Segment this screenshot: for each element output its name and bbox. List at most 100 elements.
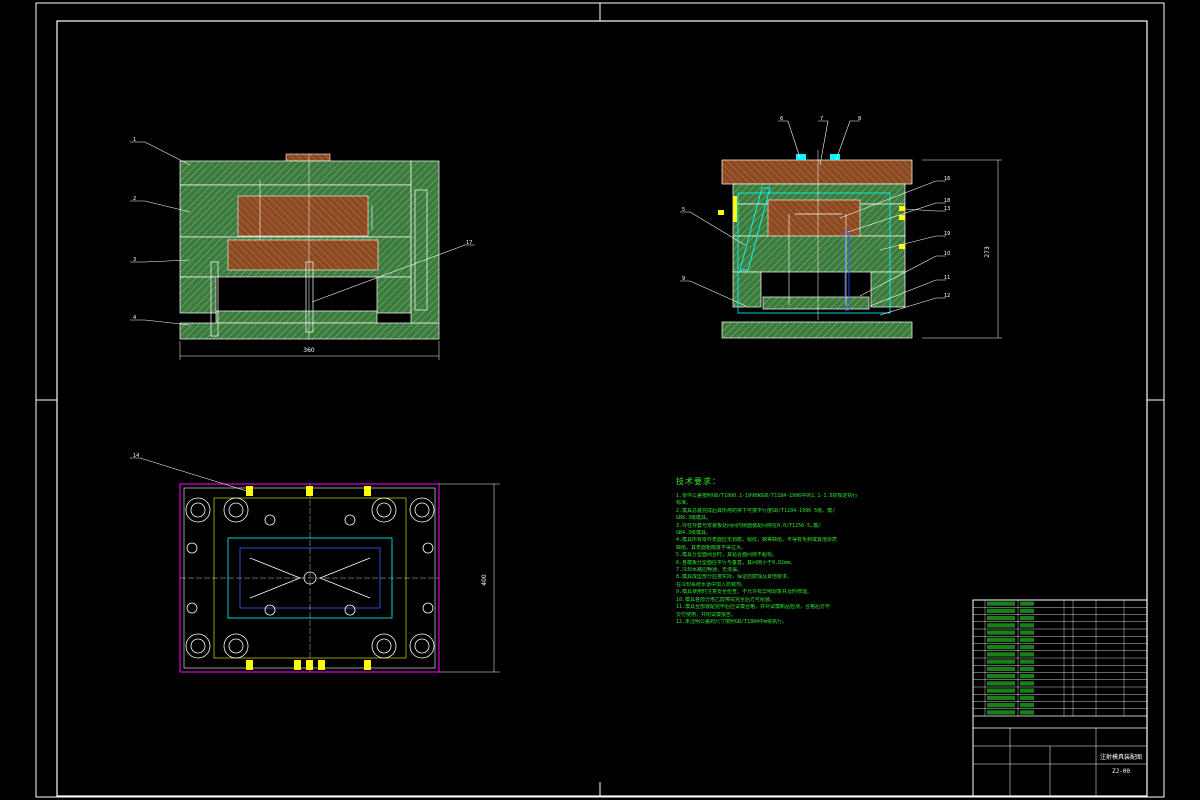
guide-bore-circle bbox=[228, 502, 244, 518]
tech-note: 标准。 bbox=[676, 500, 692, 507]
parts-list-cell bbox=[1020, 601, 1034, 606]
balloon-19: 19 bbox=[944, 231, 950, 237]
tech-notes-title: 技术要求： bbox=[676, 477, 721, 486]
parts-list-cell bbox=[987, 652, 1015, 657]
parts-list-cell bbox=[987, 674, 1015, 679]
parts-list-cell bbox=[1020, 645, 1034, 650]
tech-note: 1.零件公差按照GB/T1800.1-1998和GB/T1184-1996中的1… bbox=[676, 493, 858, 499]
parts-list-cell bbox=[1020, 608, 1034, 613]
balloon-17: 17 bbox=[466, 240, 472, 246]
parts-list-cell bbox=[987, 659, 1015, 664]
parts-list-cell bbox=[1020, 637, 1034, 642]
balloon-5: 5 bbox=[682, 207, 685, 213]
tech-note: 9.模具使用时注意安全检查，不允许有异响现象并及时修理。 bbox=[676, 589, 813, 596]
parts-list-cell bbox=[987, 623, 1015, 628]
guide-bore-circle bbox=[223, 497, 249, 523]
tech-note: 2.模具总装完成后其所用的排下可按平行度GB/T1184-1996 5级。模/ bbox=[676, 507, 836, 514]
balloon-11: 11 bbox=[944, 275, 950, 281]
balloon-14: 14 bbox=[133, 453, 139, 459]
parts-list-cell bbox=[987, 645, 1015, 650]
balloon-16: 16 bbox=[944, 176, 950, 182]
balloon-3: 3 bbox=[133, 257, 136, 263]
parts-list-cell bbox=[1020, 703, 1034, 708]
side-section-view: 273 bbox=[718, 150, 1002, 339]
parts-list-cell bbox=[1020, 666, 1034, 671]
guide-bore-circle bbox=[223, 633, 249, 659]
tech-note: 交付使用，并附试模报告。 bbox=[676, 611, 737, 618]
guide-bore-circle bbox=[376, 502, 392, 518]
side-height-dim: 273 bbox=[984, 246, 991, 258]
guide-bore-circle bbox=[228, 638, 244, 654]
tech-note: 8.模具成型部分应按实际，保证防腐蚀及其他要求。 bbox=[676, 574, 793, 581]
parts-list-cell bbox=[1020, 652, 1034, 657]
balloon-1: 1 bbox=[133, 137, 136, 143]
drawing-name: 注射模具装配图 bbox=[1100, 753, 1142, 761]
balloon-8: 8 bbox=[858, 116, 861, 122]
balloon-10: 10 bbox=[944, 251, 950, 257]
parts-list-cell bbox=[1020, 659, 1034, 664]
guide-bore-circle bbox=[371, 633, 397, 659]
guide-bore-circle bbox=[190, 638, 206, 654]
parts-list-cell bbox=[1020, 630, 1034, 635]
parts-list-cell bbox=[987, 695, 1015, 700]
tech-note: 12.未注明公差的尺寸按照GB/T1804中m级执行。 bbox=[676, 618, 788, 625]
plan-height-dim: 400 bbox=[481, 574, 488, 586]
balloon-13: 13 bbox=[944, 206, 950, 212]
guide-bore-circle bbox=[371, 497, 397, 523]
drawing-sheet: 360 1 2 3 4 17 273 6 7 8 5 16 9 18 19 10… bbox=[35, 2, 1165, 798]
parts-list-cell bbox=[987, 630, 1015, 635]
parts-list-cell bbox=[987, 616, 1015, 621]
screw-hole-circle bbox=[264, 604, 276, 616]
tech-note: 3.导柱导套与安装板处间间内侧面装配间隙在0.0/T1256-5,模/ bbox=[676, 522, 822, 529]
screw-hole-circle bbox=[186, 542, 198, 554]
screw-hole-circle bbox=[344, 604, 356, 616]
drawing-number: ZJ-00 bbox=[1112, 768, 1130, 775]
parts-list-cell bbox=[1020, 710, 1034, 715]
screw-hole-circle bbox=[186, 602, 198, 614]
parts-list-cell bbox=[987, 688, 1015, 693]
guide-bore-circle bbox=[376, 638, 392, 654]
tech-note: 11.模具全部装配完毕后应试模合格，并对试模制品检测，合格后方可 bbox=[676, 604, 831, 611]
tech-note: GB4.3级模具。 bbox=[676, 530, 712, 537]
guide-bore-circle bbox=[409, 497, 435, 523]
parts-list-cell bbox=[1020, 674, 1034, 679]
parts-list-cell bbox=[987, 608, 1015, 613]
balloon-6: 6 bbox=[780, 116, 783, 122]
balloon-2: 2 bbox=[133, 196, 136, 202]
tech-note: 5.模具分型面闭合时，其贴合面间隙不超标。 bbox=[676, 552, 778, 559]
parts-list-cell bbox=[987, 681, 1015, 686]
parts-list-cell bbox=[1020, 681, 1034, 686]
technical-requirements: 技术要求： 1.零件公差按照GB/T1800.1-1998和GB/T1184-1… bbox=[676, 476, 916, 626]
tech-note: GB8.3级模具。 bbox=[676, 515, 712, 522]
balloon-9: 9 bbox=[682, 276, 685, 282]
plan-view: 400 14 bbox=[130, 453, 500, 673]
title-block: 注射模具装配图 ZJ-00 bbox=[972, 599, 1148, 797]
parts-list-cell bbox=[987, 601, 1015, 606]
parts-list-cell bbox=[987, 637, 1015, 642]
guide-bore-circle bbox=[414, 502, 430, 518]
front-width-dim: 360 bbox=[303, 347, 315, 354]
guide-bore-circle bbox=[190, 502, 206, 518]
parts-list-cell bbox=[1020, 623, 1034, 628]
parts-list-cell bbox=[1020, 695, 1034, 700]
parts-list-cell bbox=[987, 666, 1015, 671]
tech-note: 缺陷，其表面粗糙度不得过大。 bbox=[676, 544, 747, 551]
guide-bore-circle bbox=[185, 497, 211, 523]
screw-hole-circle bbox=[422, 602, 434, 614]
tech-note: 7.冷却水路应畅通，无渗漏。 bbox=[676, 567, 743, 574]
parts-list-cell bbox=[987, 703, 1015, 708]
front-section-view: 360 bbox=[179, 153, 440, 360]
screw-hole-circle bbox=[264, 514, 276, 526]
tech-note: 10.模具各部分用乙醇擦拭完全后方可组装。 bbox=[676, 596, 776, 603]
parts-list-cell bbox=[1020, 688, 1034, 693]
balloon-7: 7 bbox=[820, 116, 823, 122]
balloon-4: 4 bbox=[133, 315, 136, 321]
guide-bore-circle bbox=[409, 633, 435, 659]
screw-hole-circle bbox=[422, 542, 434, 554]
tech-note: 在冷却系统水道中加入防锈剂。 bbox=[676, 581, 747, 588]
parts-list-cell bbox=[1020, 616, 1034, 621]
guide-bore-circle bbox=[414, 638, 430, 654]
balloon-12: 12 bbox=[944, 293, 950, 299]
parts-list-cell bbox=[987, 710, 1015, 715]
tech-note: 4.模具所有零件表面应无划痕，裂纹，锈等缺陷，不得有毛刺或其他杂质 bbox=[676, 537, 838, 544]
